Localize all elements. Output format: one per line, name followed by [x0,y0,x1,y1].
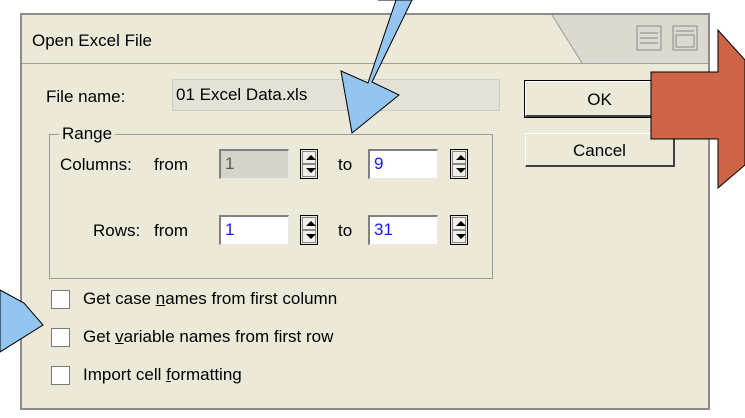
window-tile-icon[interactable] [636,25,662,51]
file-name-label: File name: [46,87,126,106]
spin-up-icon[interactable] [452,217,466,230]
ok-button-label: OK [587,90,612,109]
columns-to-value: 9 [374,154,384,173]
rows-to-input[interactable]: 31 [368,215,438,245]
rows-from-value: 1 [225,220,235,239]
window-restore-icon[interactable] [672,25,698,51]
columns-to-spinner[interactable] [450,149,468,179]
rows-from-label: from [154,221,188,240]
file-name-value: 01 Excel Data.xls [176,85,308,104]
file-name-field: 01 Excel Data.xls [172,79,500,111]
spin-down-icon[interactable] [302,230,316,243]
rows-to-label: to [338,221,353,240]
case-names-checkbox[interactable] [51,290,70,309]
columns-to-input[interactable]: 9 [368,149,438,179]
spin-up-icon[interactable] [302,151,316,164]
cancel-button[interactable]: Cancel [525,133,675,167]
spin-up-icon[interactable] [452,151,466,164]
import-formatting-label[interactable]: Import cell formatting [83,365,242,385]
rows-from-input[interactable]: 1 [219,215,289,245]
spin-down-icon[interactable] [452,230,466,243]
columns-from-label: from [154,155,188,174]
variable-names-checkbox[interactable] [51,328,70,347]
title-divider [22,63,708,64]
rows-to-value: 31 [374,220,393,239]
rows-from-spinner[interactable] [300,215,318,245]
columns-from-input[interactable]: 1 [219,149,289,179]
rows-label: Rows: [93,221,141,240]
columns-label: Columns: [60,155,132,174]
columns-to-label: to [338,155,353,174]
cancel-button-label: Cancel [573,141,626,160]
ok-button[interactable]: OK [524,80,676,118]
title-bar: Open Excel File [22,15,708,63]
columns-from-spinner[interactable] [300,149,318,179]
columns-from-value: 1 [225,154,235,173]
open-excel-dialog: Open Excel File File name: 01 Excel Data… [20,13,710,410]
spin-down-icon[interactable] [452,164,466,177]
variable-names-label[interactable]: Get variable names from first row [83,327,333,347]
case-names-label[interactable]: Get case names from first column [83,289,337,309]
title-slant [522,15,582,63]
dialog-title: Open Excel File [32,31,152,50]
range-legend: Range [59,124,116,144]
rows-to-spinner[interactable] [450,215,468,245]
spin-down-icon[interactable] [302,164,316,177]
title-tab: Open Excel File [22,15,552,63]
spin-up-icon[interactable] [302,217,316,230]
import-formatting-checkbox[interactable] [51,366,70,385]
